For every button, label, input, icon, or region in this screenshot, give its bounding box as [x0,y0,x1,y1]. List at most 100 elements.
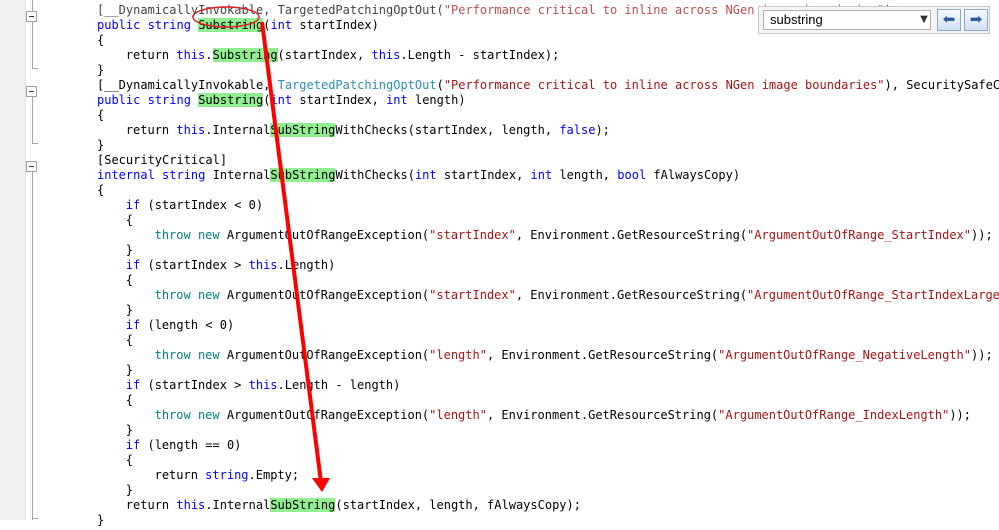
code-token: .Length) [277,258,336,272]
search-match: SubString [270,123,336,137]
outline-guide [32,143,38,144]
code-line: if (length == 0) [126,435,242,455]
code-token: "ArgumentOutOfRange_NegativeLength" [718,348,972,362]
code-token: ArgumentOutOfRangeException( [219,408,430,422]
code-line: { [126,390,133,410]
code-token: "Performance critical to inline across N… [443,78,885,92]
code-token: false [559,123,596,137]
outline-guide [32,68,38,69]
code-token: (startIndex > [140,258,249,272]
code-token: )); [949,408,972,422]
code-line: return this.InternalSubString(startIndex… [126,495,581,515]
code-line: { [97,180,104,200]
code-line: { [97,30,104,50]
code-token: this [176,48,206,62]
code-token: this [176,498,206,512]
search-match: Substring [198,93,264,107]
collapse-toggle[interactable] [26,86,37,97]
code-line: } [97,510,104,530]
outline-margin [25,0,39,520]
outline-guide [32,97,33,143]
code-token: ), SecuritySafeCriti [884,78,999,92]
code-token: Internal [205,168,271,182]
code-token: length) [407,93,466,107]
code-token: return [125,48,177,62]
code-token: new [197,288,220,302]
find-toolbar: substring ▼ ⬅ ➡ [758,6,990,34]
code-token: "ArgumentOutOfRange_IndexLength" [718,408,950,422]
code-area[interactable]: [__DynamicallyInvokable, TargetedPatchin… [42,0,999,527]
code-token: "startIndex" [429,228,516,242]
find-next-button[interactable]: ➡ [964,9,988,31]
code-token: "length" [429,408,487,422]
code-token: . [205,48,213,62]
code-token: string [147,93,191,107]
code-token: string [205,468,249,482]
code-line: if (startIndex > this.Length) [126,255,336,275]
code-token: { [125,453,134,467]
code-token: int [270,93,293,107]
code-token: int [414,168,437,182]
code-token: startIndex, [436,168,531,182]
code-token: .Internal [205,498,271,512]
code-token: this [371,48,401,62]
code-token: ArgumentOutOfRangeException( [219,228,430,242]
code-token: new [197,228,220,242]
code-line: { [126,450,133,470]
code-line: throw new ArgumentOutOfRangeException("l… [155,405,971,425]
search-input-text: substring [770,12,823,27]
code-token: return [125,498,177,512]
code-token: WithChecks( [335,168,415,182]
chevron-down-icon[interactable]: ▼ [917,10,931,30]
code-token: fAlwaysCopy) [646,168,741,182]
code-token: { [97,108,105,122]
code-token: , Environment.GetResourceString( [486,408,719,422]
code-line: public string Substring(int startIndex) [97,15,379,35]
search-match: SubString [270,498,336,512]
code-line: if (startIndex > this.Length - length) [126,375,401,395]
code-token: throw [154,228,191,242]
code-line: { [126,330,133,350]
collapse-toggle[interactable] [26,161,37,172]
code-token: (startIndex < 0) [140,198,264,212]
code-token: new [197,408,220,422]
code-token: (startIndex, length, fAlwaysCopy); [335,498,581,512]
code-token: .Internal [205,123,271,137]
code-line: internal string InternalSubStringWithChe… [97,165,740,185]
code-token: "ArgumentOutOfRange_StartIndex" [747,228,972,242]
code-token: this [176,123,206,137]
code-token: internal [97,168,155,182]
outline-guide [32,172,33,520]
code-token: string [162,168,206,182]
code-editor[interactable]: [__DynamicallyInvokable, TargetedPatchin… [0,0,999,527]
code-token: WithChecks(startIndex, length, [335,123,560,137]
code-token: (startIndex, [277,48,372,62]
collapse-toggle[interactable] [26,11,37,22]
code-token: { [125,213,134,227]
code-token: return [154,468,206,482]
code-line: return string.Empty; [155,465,300,485]
code-token: )); [971,348,993,362]
search-match: SubString [270,168,336,182]
code-line: public string Substring(int startIndex, … [97,90,466,110]
find-previous-button[interactable]: ⬅ [937,9,961,31]
code-token: (length < 0) [140,318,235,332]
code-token: startIndex) [292,18,379,32]
code-token: throw [154,408,191,422]
code-token: "startIndex" [429,288,516,302]
code-token: length, [552,168,618,182]
code-line: throw new ArgumentOutOfRangeException("l… [155,345,993,365]
search-match: Substring [198,18,264,32]
code-token: "ArgumentOutOfRange_StartIndexLargerTha [747,288,999,302]
code-token: { [125,393,134,407]
code-token: this [248,378,278,392]
breakpoint-gutter[interactable] [0,0,26,520]
code-token: throw [154,348,191,362]
search-input[interactable]: substring [763,10,931,30]
code-line: { [126,270,133,290]
